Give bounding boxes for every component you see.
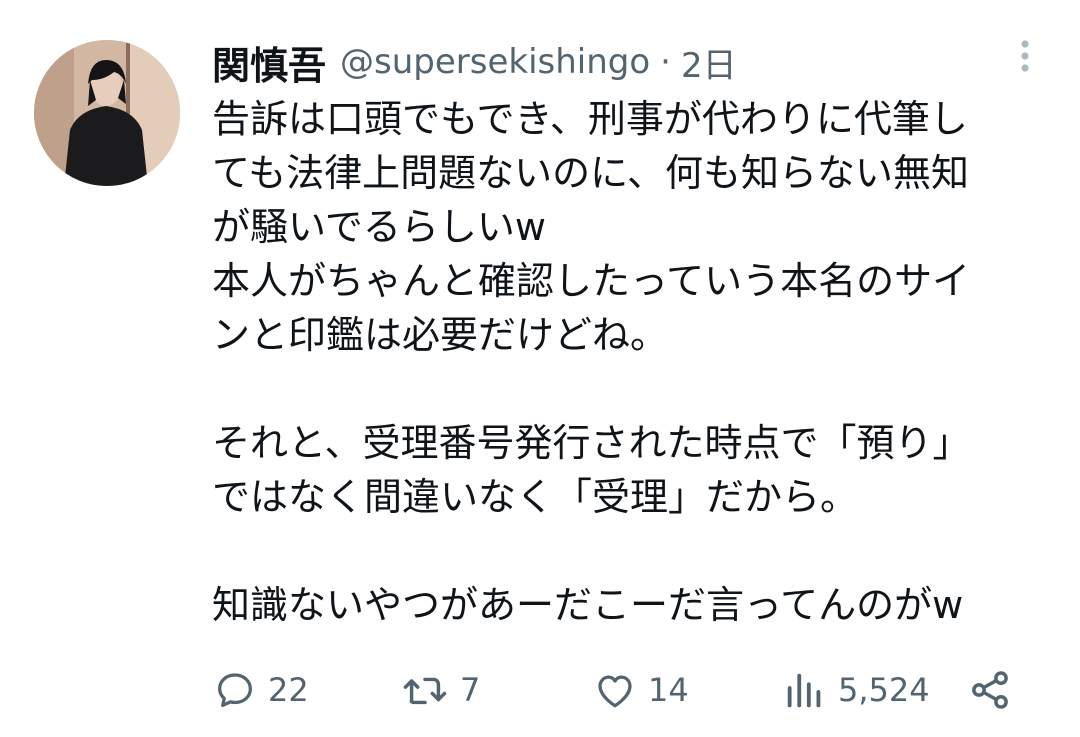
retweet-count: 7: [460, 671, 481, 709]
reply-button[interactable]: 22: [212, 662, 309, 718]
tweet-header: 関慎吾 @supersekishingo · 2日: [212, 38, 737, 88]
heart-icon: [598, 675, 632, 708]
tweet-text-line: 知識ないやつがあーだこーだ言ってんのがw: [212, 583, 964, 627]
more-vertical-icon[interactable]: [1010, 38, 1040, 74]
tweet-text-blank-line: [212, 362, 1042, 416]
header-separator: ·: [660, 42, 671, 82]
like-button[interactable]: 14: [592, 662, 689, 718]
tweet-text-blank-line: [212, 524, 1042, 578]
action-bar: 22 7 14 5,524: [212, 662, 1022, 718]
tweet-text-line: 告訴は口頭でもでき、刑事が代わりに代筆し: [212, 97, 968, 141]
avatar[interactable]: [34, 40, 180, 186]
tweet-text-line: それと、受理番号発行された時点で「預り」: [212, 421, 971, 465]
views-icon: [787, 673, 821, 708]
tweet-text-line: が騒いでるらしいw: [212, 205, 546, 249]
views-count: 5,524: [838, 671, 930, 709]
tweet-text: 告訴は口頭でもでき、刑事が代わりに代筆し ても法律上問題ないのに、何も知らない無…: [212, 92, 1042, 632]
user-handle[interactable]: @supersekishingo: [340, 42, 650, 82]
tweet-text-line: ても法律上問題ないのに、何も知らない無知: [212, 151, 969, 195]
reply-count: 22: [268, 671, 309, 709]
avatar-image: [34, 40, 180, 186]
retweet-button[interactable]: 7: [400, 662, 480, 718]
tweet[interactable]: 関慎吾 @supersekishingo · 2日 告訴は口頭でもでき、刑事が代…: [0, 0, 1080, 737]
retweet-icon: [403, 677, 447, 705]
display-name[interactable]: 関慎吾: [212, 35, 326, 90]
like-count: 14: [648, 671, 689, 709]
tweet-text-line: 本人がちゃんと確認したっていう本名のサイ: [212, 259, 971, 303]
timestamp[interactable]: 2日: [681, 38, 737, 87]
share-icon: [972, 671, 1008, 709]
views-button[interactable]: 5,524: [782, 662, 930, 718]
reply-icon: [218, 673, 252, 707]
tweet-text-line: ではなく間違いなく「受理」だから。: [212, 475, 859, 519]
tweet-text-line: ンと印鑑は必要だけどね。: [212, 313, 669, 357]
share-button[interactable]: [968, 662, 1012, 718]
